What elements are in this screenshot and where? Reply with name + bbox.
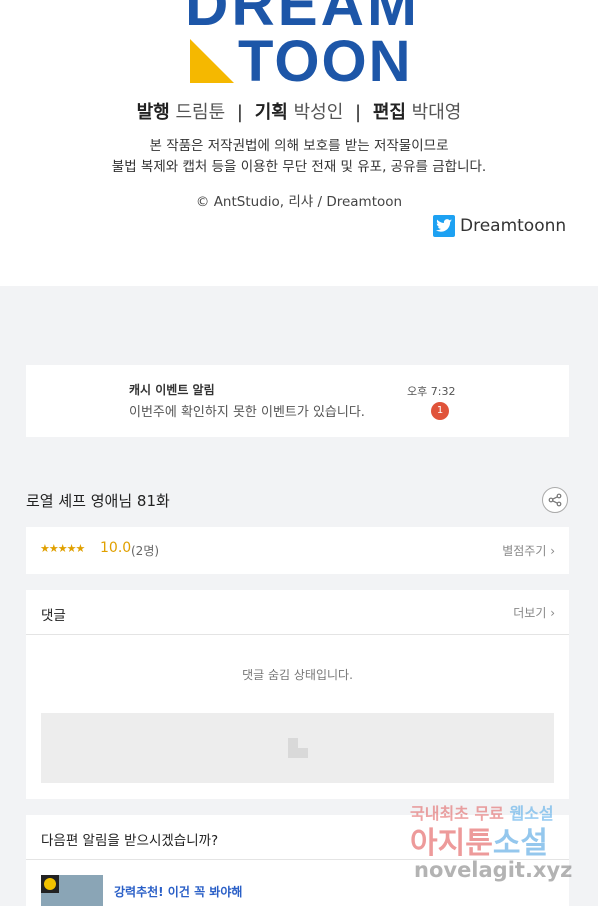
rate-button[interactable]: 별점주기 › — [502, 542, 555, 559]
rating-count: (2명) — [131, 544, 160, 558]
credits: 발행 드림툰 | 기획 박성인 | 편집 박대영 — [0, 98, 598, 124]
divider — [26, 634, 569, 635]
editing-label: 편집 — [372, 102, 406, 123]
watermark-url: novelagit.xyz — [414, 858, 573, 882]
rating-score: 10.0 — [100, 540, 132, 556]
twitter-bird-icon — [433, 215, 455, 237]
promo-title[interactable]: 강력추천! 이건 꼭 봐야해 — [114, 883, 242, 900]
next-episode-question: 다음편 알림을 받으시겠습니까? — [41, 833, 219, 849]
separator: | — [236, 102, 243, 123]
notification-time: 오후 7:32 — [407, 385, 456, 398]
planning-label: 기획 — [254, 102, 288, 123]
watermark: 국내최초 무료 웹소설 아지툰소설 novelagit.xyz — [410, 800, 598, 906]
twitter-link[interactable]: Dreamtoonn — [433, 215, 566, 237]
comments-hidden-message: 댓글 숨김 상태입니다. — [242, 668, 353, 682]
copyright-notice: 본 작품은 저작권법에 의해 보호를 받는 저작물이므로 불법 복제와 캡처 등… — [0, 136, 598, 178]
comments-more-link[interactable]: 더보기 › — [513, 604, 555, 621]
rating-bar: ★★★★★ 10.0 (2명) 별점주기 › — [26, 527, 569, 574]
twitter-handle: Dreamtoonn — [460, 216, 567, 236]
editor-name: 박대영 — [411, 102, 462, 123]
share-button[interactable] — [542, 487, 568, 513]
publisher-label: 발행 — [136, 102, 170, 123]
image-placeholder-icon — [288, 738, 308, 758]
publisher-name: 드림툰 — [175, 102, 226, 123]
logo-triangle-icon — [190, 39, 234, 83]
copyright-footer: DREAM TOON 발행 드림툰 | 기획 박성인 | 편집 박대영 본 작품… — [0, 0, 598, 286]
separator: | — [355, 102, 362, 123]
copyright-line: © AntStudio, 리샤 / Dreamtoon — [195, 194, 403, 210]
share-icon — [548, 493, 562, 507]
notice-line: 불법 복제와 캡처 등을 이용한 무단 전재 및 유포, 공유를 금합니다. — [111, 159, 487, 175]
watermark-line2: 아지툰소설 — [410, 826, 549, 861]
ad-placeholder[interactable] — [41, 713, 554, 783]
notification-message: 이번주에 확인하지 못한 이벤트가 있습니다. — [129, 405, 365, 420]
notification-title: 캐시 이벤트 알림 — [129, 383, 215, 397]
comments-section: 댓글 더보기 › 댓글 숨김 상태입니다. — [26, 590, 569, 799]
episode-title: 로열 셰프 영애님 81화 — [26, 492, 170, 510]
notice-line: 본 작품은 저작권법에 의해 보호를 받는 저작물이므로 — [149, 138, 449, 154]
logo-word: TOON — [238, 29, 413, 94]
rating-stars: ★★★★★ — [40, 542, 85, 555]
cash-event-notification[interactable]: 캐시 이벤트 알림 이번주에 확인하지 못한 이벤트가 있습니다. 오후 7:3… — [26, 365, 569, 437]
comments-title: 댓글 — [41, 608, 66, 624]
clock-icon — [41, 875, 59, 893]
notification-badge: 1 — [431, 402, 449, 420]
planner-name: 박성인 — [293, 102, 344, 123]
